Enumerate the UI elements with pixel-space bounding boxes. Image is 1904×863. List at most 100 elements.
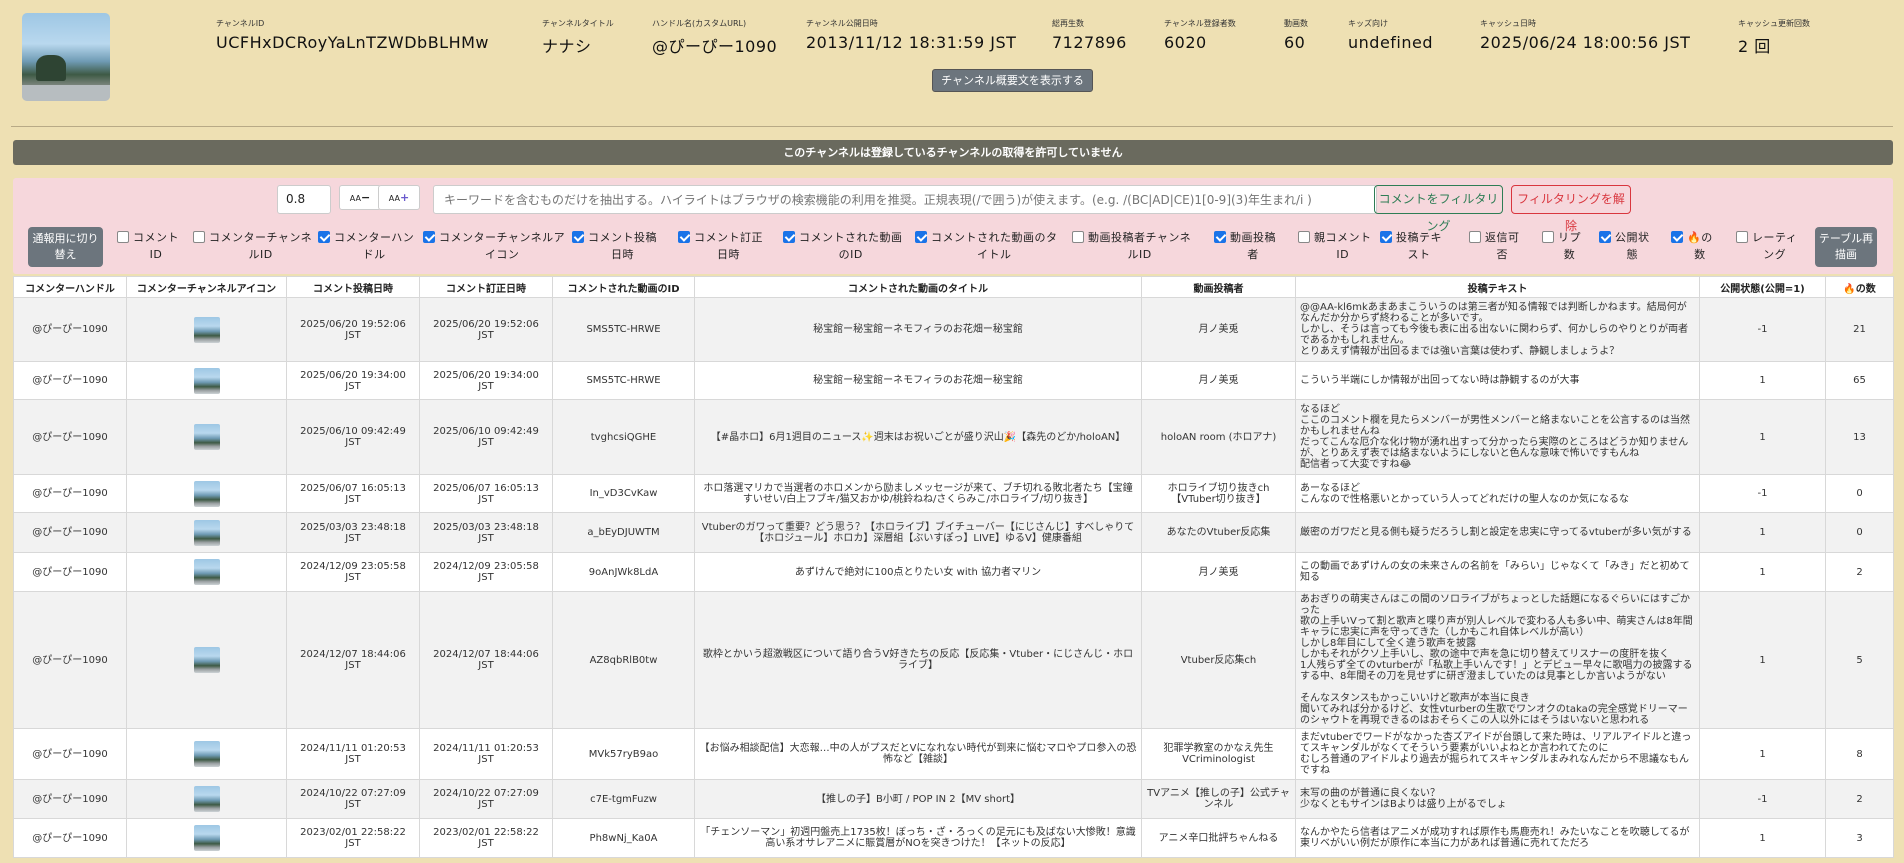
commenter-avatar[interactable]	[193, 786, 220, 812]
col-toggle-posted[interactable]: コメント投稿 日時	[572, 229, 657, 263]
checkbox[interactable]	[915, 231, 927, 243]
checkbox[interactable]	[1072, 231, 1084, 243]
cell-video-id: tvghcsiQGHE	[552, 399, 695, 475]
cell-text: まだvtuberでワードがなかった杏ズアイドが台頭して来た時は、リアルアイドルと…	[1295, 728, 1700, 780]
zoom-input[interactable]: 0.8	[277, 185, 331, 214]
col-toggle-video-id[interactable]: コメントされた動画 のID	[783, 229, 903, 263]
zoom-out-button[interactable]: AA−	[339, 185, 381, 210]
col-toggle-rating[interactable]: レーティ ング	[1736, 229, 1797, 263]
cell-posted: 2025/03/03 23:48:18 JST	[286, 512, 420, 553]
zoom-in-button[interactable]: AA+	[378, 185, 420, 210]
cell-uploader: 月ノ美兎	[1141, 361, 1296, 400]
channel-header: チャンネルID UCFHxDCRoyYaLnTZWDbBLHMw チャンネルタイ…	[0, 0, 1904, 126]
col-toggle-comment-id[interactable]: コメント ID	[117, 229, 179, 263]
cell-icon	[126, 399, 287, 475]
table-row: @ぴーぴー1090 2024/10/22 07:27:09 JST 2024/10/…	[13, 779, 1894, 819]
cell-posted: 2025/06/20 19:52:06 JST	[286, 297, 420, 362]
info-total-views: 総再生数 7127896	[1052, 19, 1127, 52]
col-toggle-commenter-icon[interactable]: コメンターチャンネルア イコン	[423, 229, 565, 263]
report-mode-button[interactable]: 通報用に切り 替え	[28, 227, 103, 267]
cell-video-id: a_bEyDJUWTM	[552, 512, 695, 553]
commenter-avatar[interactable]	[193, 825, 220, 851]
th-handle[interactable]: コメンターハンドル	[13, 276, 127, 298]
th-video-id[interactable]: コメントされた動画のID	[552, 276, 695, 298]
th-posted[interactable]: コメント投稿日時	[286, 276, 420, 298]
checkbox[interactable]	[783, 231, 795, 243]
minus-icon: −	[360, 191, 371, 204]
cell-title: 歌枠とかいう超激戦区について語り合うV好きたちの反応【反応集・Vtuber・にじ…	[694, 591, 1142, 729]
filter-comments-button[interactable]: コメントをフィルタリング	[1374, 185, 1503, 233]
cell-icon	[126, 474, 287, 513]
info-subscribers: チャンネル登録者数 6020	[1164, 19, 1236, 52]
th-uploader[interactable]: 動画投稿者	[1141, 276, 1296, 298]
checkbox[interactable]	[1542, 231, 1554, 243]
redraw-table-button[interactable]: テーブル再 描画	[1815, 227, 1877, 267]
col-toggle-public[interactable]: 公開状態	[1599, 229, 1650, 263]
cell-text: 末写の曲のが普通に良くない？ 少なくともサインはBよりは盛り上がるでしょ	[1295, 779, 1700, 819]
keyword-input[interactable]	[433, 185, 1377, 214]
checkbox[interactable]	[117, 231, 129, 243]
col-toggle-reply-count[interactable]: リプ数	[1542, 229, 1581, 263]
cell-posted: 2024/12/07 18:44:06 JST	[286, 591, 420, 729]
checkbox[interactable]	[1736, 231, 1748, 243]
col-toggle-uploader[interactable]: 動画投稿者	[1214, 229, 1276, 263]
th-icon[interactable]: コメンターチャンネルアイコン	[126, 276, 287, 298]
cell-title: 【#晶ホロ】6月1週目のニュース✨週末はお祝いごとが盛り沢山🎉【森先のどか/ho…	[694, 399, 1142, 475]
checkbox[interactable]	[318, 231, 330, 243]
cell-posted: 2023/02/01 22:58:22 JST	[286, 818, 420, 858]
cell-uploader: 月ノ美兎	[1141, 552, 1296, 592]
commenter-avatar[interactable]	[193, 519, 220, 546]
commenter-avatar[interactable]	[193, 647, 220, 673]
commenter-avatar[interactable]	[193, 424, 220, 450]
th-public[interactable]: 公開状態(公開=1)	[1699, 276, 1826, 298]
cell-icon	[126, 361, 287, 400]
checkbox[interactable]	[1298, 231, 1310, 243]
th-fire[interactable]: 🔥の数	[1825, 276, 1894, 298]
col-toggle-parent-id[interactable]: 親コメント ID	[1298, 229, 1372, 263]
table-row: @ぴーぴー1090 2025/06/07 16:05:13 JST 2025/06/…	[13, 474, 1894, 513]
commenter-avatar[interactable]	[193, 316, 220, 343]
col-toggle-commenter-channel-id[interactable]: コメンターチャンネ ルID	[193, 229, 312, 263]
clear-filter-button[interactable]: フィルタリングを解除	[1511, 185, 1631, 233]
checkbox[interactable]	[423, 231, 435, 243]
checkbox[interactable]	[1214, 231, 1226, 243]
checkbox[interactable]	[678, 231, 690, 243]
checkbox[interactable]	[1380, 231, 1392, 243]
cell-edited: 2025/06/20 19:52:06 JST	[419, 297, 553, 362]
cell-icon	[126, 552, 287, 592]
col-toggle-fire[interactable]: 🔥の数	[1671, 229, 1713, 263]
col-toggle-text[interactable]: 投稿テキ スト	[1380, 229, 1442, 263]
cell-fire: 2	[1825, 552, 1894, 592]
cell-title: あずけんで絶対に100点とりたい女 with 協力者マリン	[694, 552, 1142, 592]
th-edited[interactable]: コメント訂正日時	[419, 276, 553, 298]
checkbox[interactable]	[572, 231, 584, 243]
cell-video-id: SMS5TC-HRWE	[552, 361, 695, 400]
commenter-avatar[interactable]	[193, 367, 220, 394]
commenter-avatar[interactable]	[193, 559, 220, 585]
show-about-button[interactable]: チャンネル概要文を表示する	[932, 69, 1093, 92]
commenter-avatar[interactable]	[193, 741, 220, 767]
divider	[11, 126, 1893, 127]
checkbox[interactable]	[193, 231, 205, 243]
checkbox[interactable]	[1671, 231, 1683, 243]
cell-public: 1	[1699, 552, 1826, 592]
col-toggle-commenter-handle[interactable]: コメンターハン ドル	[318, 229, 414, 263]
col-toggle-reply-allowed[interactable]: 返信可否	[1469, 229, 1520, 263]
checkbox[interactable]	[1599, 231, 1611, 243]
cell-uploader: TVアニメ【推しの子】公式チャンネル	[1141, 779, 1296, 819]
cell-posted: 2024/12/09 23:05:58 JST	[286, 552, 420, 592]
cell-edited: 2023/02/01 22:58:22 JST	[419, 818, 553, 858]
cell-public: -1	[1699, 474, 1826, 513]
checkbox[interactable]	[1469, 231, 1481, 243]
table-row: @ぴーぴー1090 2024/12/07 18:44:06 JST 2024/12/…	[13, 591, 1894, 729]
col-toggle-uploader-id[interactable]: 動画投稿者チャンネ ルID	[1072, 229, 1191, 263]
cell-uploader: あなたのVtuber反応集	[1141, 512, 1296, 553]
col-toggle-video-title[interactable]: コメントされた動画のタ イトル	[915, 229, 1058, 263]
col-toggle-edited[interactable]: コメント訂正 日時	[678, 229, 763, 263]
cell-title: Vtuberのガワって重要？どう思う？【ホロライブ】ブイチューバー【にじさんじ】…	[694, 512, 1142, 553]
cell-video-id: SMS5TC-HRWE	[552, 297, 695, 362]
commenter-avatar[interactable]	[193, 480, 220, 507]
cell-posted: 2024/11/11 01:20:53 JST	[286, 728, 420, 780]
th-text[interactable]: 投稿テキスト	[1295, 276, 1700, 298]
th-video-title[interactable]: コメントされた動画のタイトル	[694, 276, 1142, 298]
